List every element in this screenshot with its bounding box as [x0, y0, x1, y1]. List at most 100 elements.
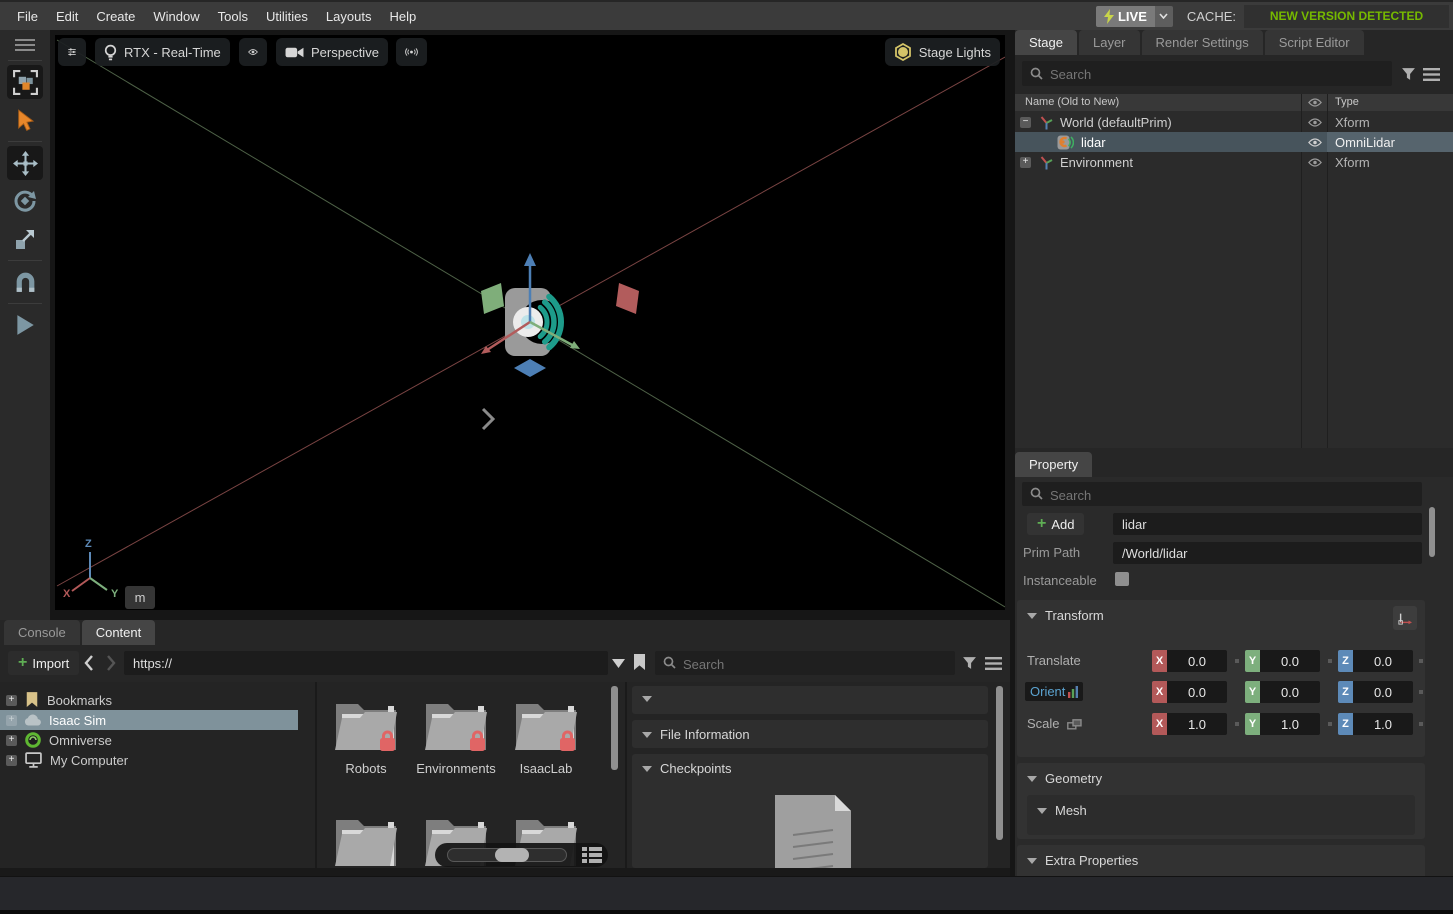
stage-search[interactable] — [1022, 61, 1392, 86]
collapse-arrow-icon[interactable] — [1027, 613, 1037, 619]
expand-toggle[interactable]: + — [6, 735, 17, 746]
prim-name[interactable]: Environment — [1060, 155, 1133, 170]
visibility-button[interactable] — [239, 38, 267, 66]
property-search[interactable] — [1022, 482, 1422, 506]
move-tool[interactable] — [7, 146, 43, 180]
folder-item[interactable] — [326, 812, 406, 868]
select-tool[interactable] — [7, 103, 43, 137]
tab-script-editor[interactable]: Script Editor — [1265, 30, 1364, 55]
content-tree-omniverse[interactable]: + Omniverse — [0, 730, 314, 750]
link-icon[interactable] — [1067, 719, 1082, 730]
bookmark-icon[interactable] — [633, 654, 646, 671]
rotate-tool[interactable] — [7, 184, 43, 218]
address-bar[interactable] — [124, 651, 608, 675]
collapse-toggle[interactable]: − — [1020, 117, 1031, 128]
scale-x-field[interactable]: 1.0 — [1167, 713, 1227, 735]
stage-lights-button[interactable]: Stage Lights — [885, 38, 1000, 66]
prim-path-field[interactable] — [1113, 542, 1422, 564]
options-menu-icon[interactable] — [985, 657, 1002, 670]
collapse-arrow-icon[interactable] — [642, 696, 652, 702]
collapse-arrow-icon[interactable] — [1027, 858, 1037, 864]
translate-x-field[interactable]: 0.0 — [1167, 650, 1227, 672]
menu-edit[interactable]: Edit — [47, 9, 87, 24]
translate-y-field[interactable]: 0.0 — [1260, 650, 1320, 672]
camera-button[interactable]: Perspective — [276, 38, 388, 66]
file-information-section[interactable]: File Information — [632, 720, 988, 748]
live-button[interactable]: LIVE — [1096, 6, 1155, 27]
options-menu-icon[interactable] — [1423, 68, 1440, 81]
folder-isaaclab[interactable]: IsaacLab — [506, 696, 586, 776]
tab-console[interactable]: Console — [4, 620, 80, 645]
scale-y-field[interactable]: 1.0 — [1260, 713, 1320, 735]
tab-layer[interactable]: Layer — [1079, 30, 1140, 55]
prim-name[interactable]: World (defaultPrim) — [1060, 115, 1172, 130]
menu-create[interactable]: Create — [87, 9, 144, 24]
tab-content[interactable]: Content — [82, 620, 156, 645]
content-search-input[interactable] — [681, 651, 955, 677]
tab-stage[interactable]: Stage — [1015, 30, 1077, 55]
content-tree-isaac-sim[interactable]: + Isaac Sim — [0, 710, 298, 730]
eye-icon[interactable] — [1308, 158, 1322, 167]
translate-z-field[interactable]: 0.0 — [1353, 650, 1413, 672]
menu-utilities[interactable]: Utilities — [257, 9, 317, 24]
info-pane-scrollbar[interactable] — [996, 686, 1003, 840]
folder-grid-scrollbar[interactable] — [611, 686, 618, 770]
property-scrollbar[interactable] — [1429, 507, 1435, 557]
render-mode-button[interactable]: RTX - Real-Time — [95, 38, 230, 66]
menu-help[interactable]: Help — [380, 9, 425, 24]
dropdown-arrow-icon[interactable] — [612, 659, 625, 668]
menu-window[interactable]: Window — [144, 9, 208, 24]
tree-row-lidar[interactable]: lidar OmniLidar — [1015, 132, 1453, 152]
stage-search-input[interactable] — [1048, 61, 1392, 88]
folder-environments[interactable]: Environments — [416, 696, 496, 776]
toolbar-drag-handle[interactable] — [7, 34, 43, 56]
tab-property[interactable]: Property — [1015, 452, 1092, 477]
thumbnail-slider[interactable] — [435, 843, 608, 867]
viewport-3d[interactable]: Z X Y RTX - Real-Time Perspe — [55, 35, 1005, 610]
eye-icon[interactable] — [1308, 138, 1322, 147]
live-dropdown-button[interactable] — [1155, 6, 1173, 27]
collapse-arrow-icon[interactable] — [642, 732, 652, 738]
expand-toggle[interactable]: + — [6, 755, 17, 766]
tree-row-environment[interactable]: + Environment Xform — [1015, 152, 1453, 172]
type-column-header[interactable]: Type — [1335, 96, 1359, 108]
unit-indicator[interactable]: m — [125, 586, 155, 609]
menu-layouts[interactable]: Layouts — [317, 9, 381, 24]
tab-render-settings[interactable]: Render Settings — [1142, 30, 1263, 55]
orient-y-field[interactable]: 0.0 — [1260, 681, 1320, 703]
tree-row-world[interactable]: − World (defaultPrim) Xform — [1015, 112, 1453, 132]
capture-button[interactable] — [396, 38, 427, 66]
content-tree-bookmarks[interactable]: + Bookmarks — [0, 690, 314, 710]
import-button[interactable]: + Import — [8, 651, 79, 675]
orient-x-field[interactable]: 0.0 — [1167, 681, 1227, 703]
collapse-arrow-icon[interactable] — [1037, 808, 1047, 814]
expand-toggle[interactable]: + — [1020, 157, 1031, 168]
slider-handle[interactable] — [495, 848, 529, 862]
add-property-button[interactable]: + Add — [1027, 513, 1084, 535]
content-tree-my-computer[interactable]: + My Computer — [0, 750, 314, 770]
prim-name-field[interactable] — [1113, 513, 1422, 535]
property-search-input[interactable] — [1048, 482, 1422, 508]
name-column-header[interactable]: Name (Old to New) — [1025, 96, 1119, 108]
instanceable-checkbox[interactable] — [1115, 572, 1129, 586]
filter-icon[interactable] — [1401, 67, 1416, 81]
content-search[interactable] — [655, 651, 955, 675]
collapse-arrow-icon[interactable] — [1027, 776, 1037, 782]
forward-icon[interactable] — [106, 655, 116, 671]
filter-icon[interactable] — [962, 656, 977, 670]
prim-name[interactable]: lidar — [1081, 135, 1106, 150]
menu-tools[interactable]: Tools — [209, 9, 257, 24]
checkpoints-section[interactable]: Checkpoints — [632, 754, 988, 868]
orient-z-field[interactable]: 0.0 — [1353, 681, 1413, 703]
scale-tool[interactable] — [7, 222, 43, 256]
menu-file[interactable]: File — [8, 9, 47, 24]
orient-label[interactable]: Orient — [1030, 684, 1065, 699]
expand-toggle[interactable]: + — [6, 695, 17, 706]
back-icon[interactable] — [84, 655, 94, 671]
selection-mode-tool[interactable] — [7, 65, 43, 99]
folder-robots[interactable]: Robots — [326, 696, 406, 776]
info-collapsed-section[interactable] — [632, 686, 988, 714]
collapse-arrow-icon[interactable] — [642, 766, 652, 772]
eye-icon[interactable] — [1308, 118, 1322, 127]
expand-toggle[interactable]: + — [6, 715, 17, 726]
